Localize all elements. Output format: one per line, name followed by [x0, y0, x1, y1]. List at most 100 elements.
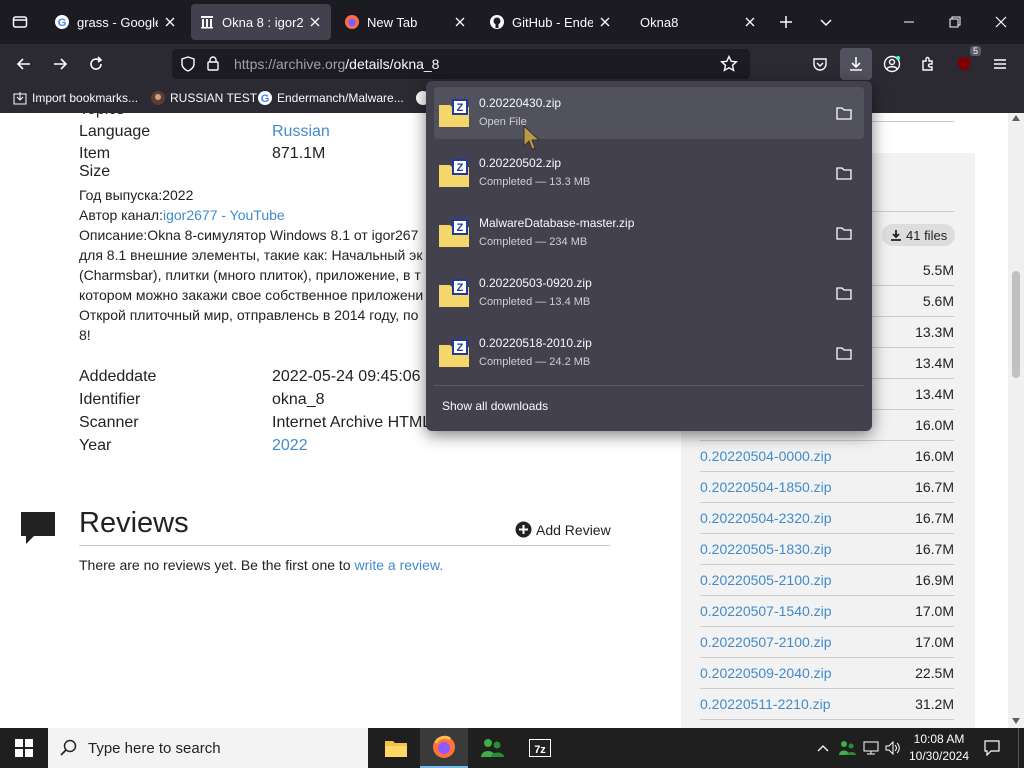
file-link[interactable]: 0.20220511-2210.zip	[700, 696, 831, 712]
speech-bubble-icon	[20, 511, 56, 550]
download-item[interactable]: Z 0.20220502.zip Completed — 13.3 MB	[434, 147, 864, 199]
bookmark-import[interactable]: Import bookmarks...	[12, 90, 138, 106]
show-all-files-button[interactable]: 41 files	[882, 224, 956, 246]
identifier-label: Identifier	[79, 391, 141, 408]
start-button[interactable]	[0, 728, 48, 768]
file-link[interactable]: 0.20220505-2100.zip	[700, 572, 832, 588]
reload-button[interactable]	[82, 50, 110, 78]
firefox-view-button[interactable]	[6, 8, 34, 36]
restore-button[interactable]	[932, 0, 978, 44]
taskbar-search-box[interactable]: Type here to search	[48, 728, 368, 768]
bookmark-endermanch[interactable]: G Endermanch/Malware...	[257, 90, 404, 106]
pocket-button[interactable]	[806, 50, 834, 78]
file-link[interactable]: 0.20220507-2100.zip	[700, 634, 832, 650]
download-item[interactable]: Z 0.20220518-2010.zip Completed — 24.2 M…	[434, 327, 864, 379]
tab-title: Okna 8 : igor267	[222, 14, 303, 30]
downloads-button[interactable]	[840, 48, 872, 80]
file-explorer-taskbar-button[interactable]	[372, 728, 420, 768]
file-row[interactable]: 0.20220504-2320.zip 16.7M	[700, 503, 954, 534]
google-icon: G	[54, 14, 70, 30]
file-link[interactable]: 0.20220509-2040.zip	[700, 665, 832, 681]
file-link[interactable]: 0.20220504-0000.zip	[700, 448, 832, 464]
close-tab-icon[interactable]	[597, 14, 613, 30]
tab-title: New Tab	[367, 14, 418, 30]
file-link[interactable]: 0.20220504-2320.zip	[700, 510, 832, 526]
network-tray-icon[interactable]	[860, 728, 882, 768]
download-filename: 0.20220430.zip	[479, 96, 562, 110]
file-row[interactable]: 0.20220509-2040.zip 22.5M	[700, 658, 954, 689]
people-app-taskbar-button[interactable]	[468, 728, 516, 768]
firefox-taskbar-button[interactable]	[420, 728, 468, 768]
download-icon	[850, 57, 862, 71]
minimize-button[interactable]	[886, 0, 932, 44]
page-scrollbar[interactable]	[1008, 113, 1024, 728]
account-button[interactable]	[878, 50, 906, 78]
scrollbar-thumb[interactable]	[1012, 271, 1020, 378]
download-status: Completed — 234 MB	[479, 236, 588, 248]
import-icon	[12, 90, 28, 106]
speaker-icon	[885, 741, 900, 755]
forward-button[interactable]	[46, 50, 74, 78]
year-value-link[interactable]: 2022	[272, 437, 308, 455]
bookmark-russian-test[interactable]: RUSSIAN TEST	[150, 90, 257, 106]
extensions-button[interactable]	[914, 50, 942, 78]
close-tab-icon[interactable]	[307, 14, 323, 30]
url-bar[interactable]: https://archive.org/details/okna_8	[172, 49, 750, 79]
author-youtube-link[interactable]: igor2677 - YouTube	[163, 207, 285, 223]
open-folder-icon[interactable]	[834, 164, 854, 182]
file-size: 16.0M	[915, 448, 954, 464]
tab-new-tab[interactable]: New Tab	[336, 4, 476, 40]
show-all-downloads-button[interactable]: Show all downloads	[442, 399, 548, 413]
open-folder-icon[interactable]	[834, 224, 854, 242]
file-link[interactable]: 0.20220504-1850.zip	[700, 479, 832, 495]
7zip-icon: 7z	[529, 739, 551, 757]
identifier-value: okna_8	[272, 391, 325, 408]
file-row[interactable]: 0.20220505-1830.zip 16.7M	[700, 534, 954, 565]
open-folder-icon[interactable]	[834, 344, 854, 362]
close-window-button[interactable]	[978, 0, 1024, 44]
file-link[interactable]: 0.20220507-1540.zip	[700, 603, 832, 619]
app-menu-button[interactable]	[986, 50, 1014, 78]
file-row[interactable]: 0.20220504-0000.zip 16.0M	[700, 441, 954, 472]
download-item[interactable]: Z MalwareDatabase-master.zip Completed —…	[434, 207, 864, 259]
7zip-taskbar-button[interactable]: 7z	[516, 728, 564, 768]
zip-archive-icon: Z	[439, 339, 469, 367]
action-center-button[interactable]	[980, 728, 1004, 768]
ublock-shield-icon	[958, 57, 970, 71]
back-button[interactable]	[10, 50, 38, 78]
downloads-panel: Z 0.20220430.zip Open File Z 0.20220502.…	[426, 81, 872, 431]
close-tab-icon[interactable]	[742, 14, 758, 30]
people-tray-icon[interactable]	[836, 728, 858, 768]
show-hidden-icons-button[interactable]	[814, 728, 832, 768]
file-row[interactable]: 0.20220505-2100.zip 16.9M	[700, 565, 954, 596]
network-icon	[863, 741, 879, 755]
list-all-tabs-button[interactable]	[812, 8, 840, 36]
tracking-protection-shield-icon[interactable]	[180, 56, 196, 77]
tab-github[interactable]: GitHub - Enderm	[481, 4, 621, 40]
download-item[interactable]: Z 0.20220430.zip Open File	[434, 87, 864, 139]
file-row[interactable]: 0.20220507-2100.zip 17.0M	[700, 627, 954, 658]
language-value-link[interactable]: Russian	[272, 123, 330, 141]
tab-google[interactable]: G grass - Google S	[46, 4, 186, 40]
open-folder-icon[interactable]	[834, 284, 854, 302]
lock-icon[interactable]	[206, 55, 220, 76]
file-row[interactable]: 0.20220504-1850.zip 16.7M	[700, 472, 954, 503]
volume-tray-icon[interactable]	[882, 728, 904, 768]
file-link[interactable]: 0.20220505-1830.zip	[700, 541, 832, 557]
add-review-button[interactable]: Add Review	[515, 521, 611, 538]
ublock-button[interactable]: 5	[950, 46, 981, 78]
close-tab-icon[interactable]	[452, 14, 468, 30]
tab-archive[interactable]: Okna 8 : igor267	[191, 4, 331, 40]
download-item[interactable]: Z 0.20220503-0920.zip Completed — 13.4 M…	[434, 267, 864, 319]
bookmark-star-icon[interactable]	[719, 54, 739, 78]
tab-okna8[interactable]: Okna8	[626, 4, 766, 40]
close-tab-icon[interactable]	[162, 14, 178, 30]
new-tab-button[interactable]	[772, 8, 800, 36]
file-row[interactable]: 0.20220507-1540.zip 17.0M	[700, 596, 954, 627]
clock[interactable]: 10:08 AM 10/30/2024	[902, 731, 976, 765]
write-review-link[interactable]: write a review.	[354, 557, 443, 573]
file-row[interactable]: 0.20220511-2210.zip 31.2M	[700, 689, 954, 720]
show-desktop-button[interactable]	[1018, 728, 1024, 768]
open-folder-icon[interactable]	[834, 104, 854, 122]
url-text[interactable]: https://archive.org/details/okna_8	[234, 56, 439, 72]
